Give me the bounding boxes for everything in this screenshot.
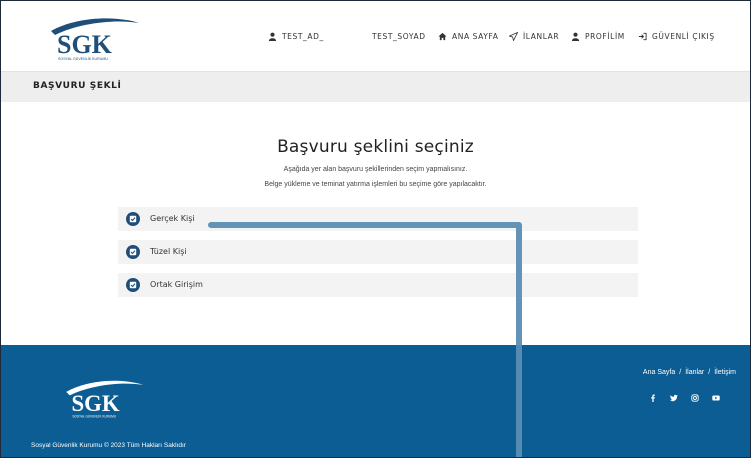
footer-link-home[interactable]: Ana Sayfa bbox=[643, 369, 675, 376]
nav-user-last[interactable]: TEST_SOYAD bbox=[372, 32, 426, 41]
page-title-bar: BAŞVURU ŞEKLİ bbox=[1, 71, 750, 102]
main-nav: TEST_AD_ TEST_SOYAD ANA SAYFA İLANLAR PR… bbox=[1, 32, 750, 46]
nav-profile[interactable]: PROFİLİM bbox=[571, 32, 625, 41]
footer-link-separator: / bbox=[708, 369, 711, 376]
footer-logo-text: SGK bbox=[72, 391, 120, 416]
copyright-text: Sosyal Güvenlik Kurumu © 2023 Tüm Haklar… bbox=[31, 442, 186, 449]
home-icon bbox=[438, 32, 447, 41]
checkbox-icon[interactable] bbox=[126, 212, 140, 226]
section-subtitle-2: Belge yükleme ve teminat yatırma işlemle… bbox=[264, 181, 487, 188]
nav-listings[interactable]: İLANLAR bbox=[509, 32, 559, 41]
nav-listings-label: İLANLAR bbox=[523, 32, 560, 41]
checkbox-icon[interactable] bbox=[126, 278, 140, 292]
footer: SGK SOSYAL GÜVENLİK KURUMU Ana Sayfa / İla… bbox=[1, 345, 750, 457]
option-tuzel-kisi[interactable]: Tüzel Kişi bbox=[118, 240, 638, 264]
nav-logout[interactable]: GÜVENLİ ÇIKIŞ bbox=[638, 32, 715, 41]
footer-links: Ana Sayfa / İlanlar / İletişim bbox=[643, 369, 736, 376]
logo-subtext: SOSYAL GÜVENLİK KURUMU bbox=[58, 56, 108, 61]
footer-sgk-logo[interactable]: SGK SOSYAL GÜVENLİK KURUMU bbox=[61, 375, 145, 421]
option-gercek-kisi[interactable]: Gerçek Kişi bbox=[118, 207, 638, 231]
footer-link-listings[interactable]: İlanlar bbox=[685, 369, 704, 376]
paper-plane-icon bbox=[509, 32, 518, 41]
checkbox-icon[interactable] bbox=[126, 245, 140, 259]
nav-logout-label: GÜVENLİ ÇIKIŞ bbox=[652, 32, 715, 41]
instagram-icon[interactable] bbox=[691, 387, 699, 402]
footer-link-contact[interactable]: İletişim bbox=[714, 369, 736, 376]
twitter-icon[interactable] bbox=[670, 387, 678, 402]
logout-icon bbox=[638, 32, 647, 41]
option-label: Gerçek Kişi bbox=[150, 214, 195, 223]
top-header: SGK SOSYAL GÜVENLİK KURUMU TEST_AD_ TEST… bbox=[1, 1, 750, 71]
page-frame: SGK SOSYAL GÜVENLİK KURUMU TEST_AD_ TEST… bbox=[0, 0, 751, 458]
footer-logo-subtext: SOSYAL GÜVENLİK KURUMU bbox=[72, 413, 116, 418]
section-heading: Başvuru şeklini seçiniz bbox=[277, 137, 474, 157]
facebook-icon[interactable] bbox=[649, 387, 657, 402]
profile-icon bbox=[571, 32, 580, 41]
nav-home[interactable]: ANA SAYFA bbox=[438, 32, 498, 41]
social-links bbox=[649, 387, 720, 402]
page-title: BAŞVURU ŞEKLİ bbox=[33, 81, 122, 91]
nav-user-first[interactable]: TEST_AD_ bbox=[268, 32, 324, 41]
option-label: Tüzel Kişi bbox=[150, 247, 187, 256]
nav-profile-label: PROFİLİM bbox=[585, 32, 625, 41]
option-label: Ortak Girişim bbox=[150, 280, 203, 289]
option-ortak-girisim[interactable]: Ortak Girişim bbox=[118, 273, 638, 297]
footer-link-separator: / bbox=[679, 369, 682, 376]
user-last-name: TEST_SOYAD bbox=[372, 32, 426, 41]
section-subtitle-1: Aşağıda yer alan başvuru şekillerinden s… bbox=[283, 166, 468, 173]
user-icon bbox=[268, 32, 277, 41]
nav-home-label: ANA SAYFA bbox=[452, 32, 499, 41]
user-first-name: TEST_AD_ bbox=[282, 32, 324, 41]
youtube-icon[interactable] bbox=[712, 387, 720, 401]
